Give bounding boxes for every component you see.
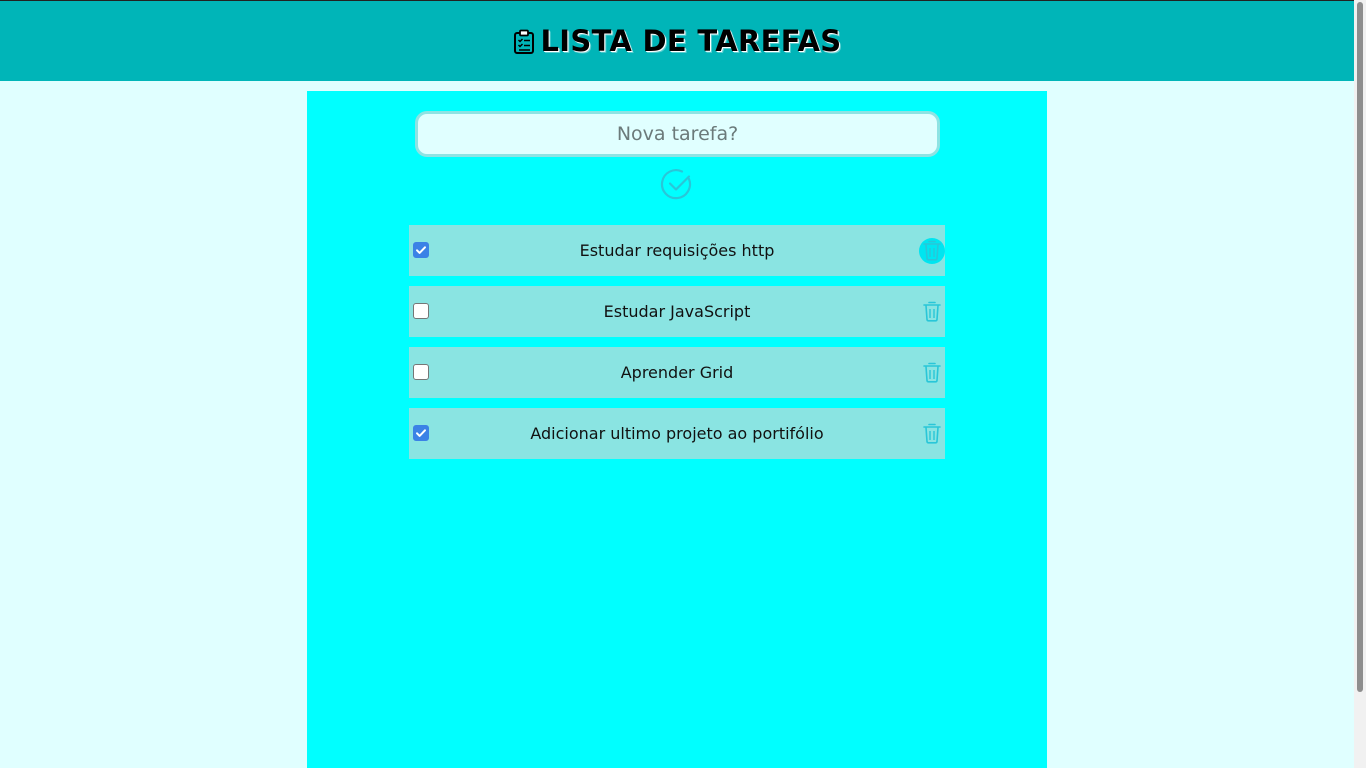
delete-task-button[interactable] [919, 360, 945, 386]
task-item: Estudar requisições http [409, 225, 945, 276]
task-text: Aprender Grid [620, 363, 734, 382]
task-checkbox[interactable] [413, 303, 429, 319]
task-container: Estudar requisições http Estudar JavaScri… [307, 91, 1047, 768]
page-scrollbar[interactable] [1354, 0, 1366, 768]
task-text: Estudar JavaScript [603, 302, 751, 321]
trash-icon [922, 239, 942, 264]
scrollbar-thumb[interactable] [1357, 2, 1363, 692]
trash-icon [922, 300, 942, 325]
task-item: Aprender Grid [409, 347, 945, 398]
task-checkbox[interactable] [413, 364, 429, 380]
new-task-input[interactable] [415, 111, 940, 157]
add-task-button[interactable] [660, 167, 694, 201]
trash-icon [922, 422, 942, 447]
task-list: Estudar requisições http Estudar JavaScri… [409, 225, 945, 469]
task-checkbox[interactable] [413, 242, 429, 258]
delete-task-button[interactable] [919, 238, 945, 264]
task-item: Estudar JavaScript [409, 286, 945, 337]
task-checkbox[interactable] [413, 425, 429, 441]
clipboard-icon [513, 28, 535, 54]
delete-task-button[interactable] [919, 299, 945, 325]
task-text: Estudar requisições http [579, 241, 775, 260]
app-header: LISTA DE TAREFAS [0, 0, 1354, 81]
task-item: Adicionar ultimo projeto ao portifólio [409, 408, 945, 459]
delete-task-button[interactable] [919, 421, 945, 447]
task-text: Adicionar ultimo projeto ao portifólio [530, 424, 824, 443]
check-circle-icon [660, 169, 694, 204]
page-title: LISTA DE TAREFAS [513, 24, 842, 58]
page-title-text: LISTA DE TAREFAS [540, 24, 842, 58]
trash-icon [922, 361, 942, 386]
